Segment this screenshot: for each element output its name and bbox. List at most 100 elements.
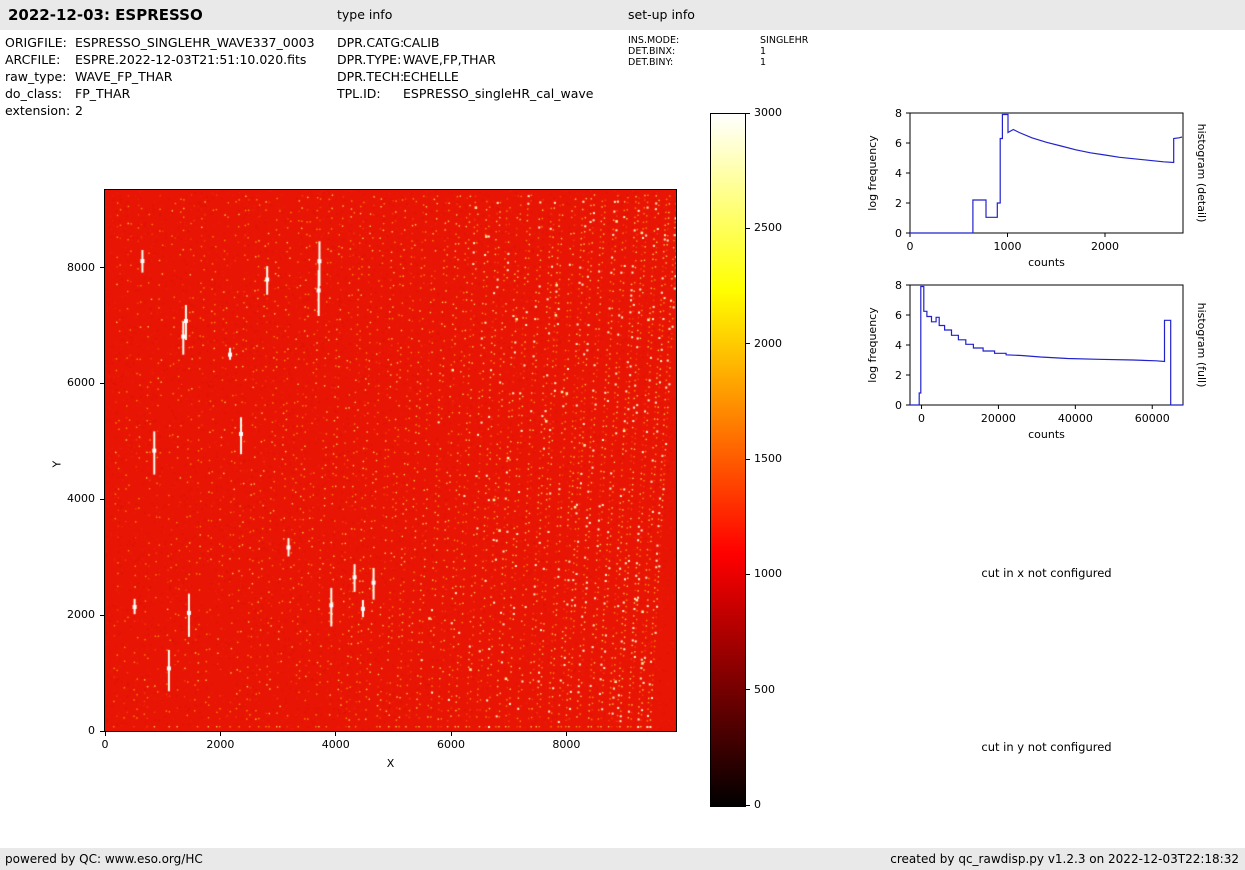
colorbar-tick-mark (746, 113, 750, 114)
y-tick-label: 8000 (49, 261, 95, 274)
meta-label: raw_type: (5, 68, 75, 85)
meta-row: ARCFILE: ESPRE.2022-12-03T21:51:10.020.f… (5, 51, 315, 68)
meta-value: CALIB (403, 34, 440, 51)
hist-detail-plot: 01000200002468countslog frequencyhistogr… (864, 105, 1211, 277)
x-tick-label: 60000 (1135, 412, 1170, 425)
meta-label: DET.BINX: (628, 46, 760, 57)
y-axis-label: Y (51, 451, 64, 467)
meta-label: do_class: (5, 85, 75, 102)
meta-value: WAVE_FP_THAR (75, 68, 172, 85)
setup-info-heading: set-up info (628, 0, 695, 30)
colorbar-tick-mark (746, 689, 750, 690)
meta-row: ORIGFILE: ESPRESSO_SINGLEHR_WAVE337_0003 (5, 34, 315, 51)
colorbar-tick-mark (746, 228, 750, 229)
cut-y-note: cut in y not configured (910, 740, 1183, 754)
x-axis-label: X (376, 757, 406, 770)
x-axis-label: counts (1028, 428, 1065, 441)
meta-value: WAVE,FP,THAR (403, 51, 496, 68)
y-tick-label: 8 (895, 107, 902, 120)
plot-right-title: histogram (detail) (1195, 124, 1208, 223)
colorbar-tick-label: 0 (754, 798, 761, 811)
y-tick-label: 6000 (49, 376, 95, 389)
colorbar-tick-label: 1000 (754, 567, 782, 580)
x-tick-label: 0 (918, 412, 925, 425)
plot-right-title: histogram (full) (1195, 303, 1208, 388)
meta-row: INS.MODE: SINGLEHR (628, 35, 808, 46)
meta-label: ARCFILE: (5, 51, 75, 68)
y-tick-mark (100, 267, 104, 268)
meta-row: raw_type: WAVE_FP_THAR (5, 68, 315, 85)
x-tick-mark (451, 732, 452, 736)
y-tick-label: 4 (895, 339, 902, 352)
setup-info-block: INS.MODE: SINGLEHR DET.BINX: 1 DET.BINY:… (628, 35, 808, 68)
y-tick-mark (100, 383, 104, 384)
histogram-line (910, 287, 1183, 406)
x-tick-label: 8000 (541, 738, 591, 751)
meta-value: ESPRE.2022-12-03T21:51:10.020.fits (75, 51, 306, 68)
x-tick-label: 2000 (1091, 240, 1119, 253)
x-tick-mark (105, 732, 106, 736)
colorbar-tick-label: 3000 (754, 106, 782, 119)
meta-label: DPR.CATG: (337, 34, 403, 51)
y-axis-label: log frequency (866, 135, 879, 211)
meta-row: DPR.CATG: CALIB (337, 34, 593, 51)
meta-label: TPL.ID: (337, 85, 403, 102)
y-tick-label: 6 (895, 137, 902, 150)
type-info-heading: type info (337, 0, 392, 30)
x-tick-mark (220, 732, 221, 736)
meta-label: INS.MODE: (628, 35, 760, 46)
x-tick-mark (566, 732, 567, 736)
x-axis-label: counts (1028, 256, 1065, 269)
y-tick-label: 2 (895, 369, 902, 382)
y-tick-mark (100, 499, 104, 500)
y-axis-label: log frequency (866, 307, 879, 383)
colorbar-tick-mark (746, 574, 750, 575)
meta-label: ORIGFILE: (5, 34, 75, 51)
y-tick-label: 0 (895, 227, 902, 240)
colorbar-tick-mark (746, 343, 750, 344)
raw-image-canvas (104, 189, 677, 732)
footer-bar: powered by QC: www.eso.org/HC created by… (0, 848, 1245, 870)
meta-row: DET.BINY: 1 (628, 57, 808, 68)
meta-row: DPR.TYPE: WAVE,FP,THAR (337, 51, 593, 68)
x-tick-label: 6000 (426, 738, 476, 751)
plot-frame (910, 285, 1183, 405)
meta-value: ESPRESSO_SINGLEHR_WAVE337_0003 (75, 34, 315, 51)
x-tick-label: 0 (907, 240, 914, 253)
colorbar-tick-label: 1500 (754, 452, 782, 465)
type-info-block: DPR.CATG: CALIB DPR.TYPE: WAVE,FP,THAR D… (337, 34, 593, 102)
file-info-block: ORIGFILE: ESPRESSO_SINGLEHR_WAVE337_0003… (5, 34, 315, 119)
colorbar-gradient (710, 113, 746, 807)
histogram-line (910, 115, 1182, 234)
y-tick-mark (100, 731, 104, 732)
meta-row: DET.BINX: 1 (628, 46, 808, 57)
y-tick-label: 4000 (49, 492, 95, 505)
footer-powered-by: powered by QC: www.eso.org/HC (5, 848, 203, 870)
y-tick-label: 0 (895, 399, 902, 412)
x-tick-label: 40000 (1058, 412, 1093, 425)
meta-label: DPR.TECH: (337, 68, 403, 85)
qc-report-page: 2022-12-03: ESPRESSO type info set-up in… (0, 0, 1245, 870)
colorbar-tick-label: 2500 (754, 221, 782, 234)
colorbar-tick-label: 500 (754, 683, 775, 696)
meta-value: ESPRESSO_singleHR_cal_wave (403, 85, 593, 102)
x-tick-label: 20000 (981, 412, 1016, 425)
meta-label: DPR.TYPE: (337, 51, 403, 68)
meta-value: FP_THAR (75, 85, 130, 102)
y-tick-label: 6 (895, 309, 902, 322)
y-tick-label: 0 (49, 724, 95, 737)
x-tick-label: 0 (80, 738, 130, 751)
meta-label: DET.BINY: (628, 57, 760, 68)
x-tick-label: 1000 (994, 240, 1022, 253)
meta-value: 1 (760, 46, 766, 57)
meta-value: ECHELLE (403, 68, 459, 85)
hist-full-plot: 0 20000 40000 60000 0 2 4 6 8 counts log frequency… (864, 277, 1211, 449)
colorbar-tick-mark (746, 459, 750, 460)
meta-label: extension: (5, 102, 75, 119)
y-tick-label: 8 (895, 279, 902, 292)
x-tick-label: 2000 (195, 738, 245, 751)
meta-row: TPL.ID: ESPRESSO_singleHR_cal_wave (337, 85, 593, 102)
colorbar-tick-mark (746, 805, 750, 806)
y-tick-label: 2000 (49, 608, 95, 621)
y-tick-label: 2 (895, 197, 902, 210)
